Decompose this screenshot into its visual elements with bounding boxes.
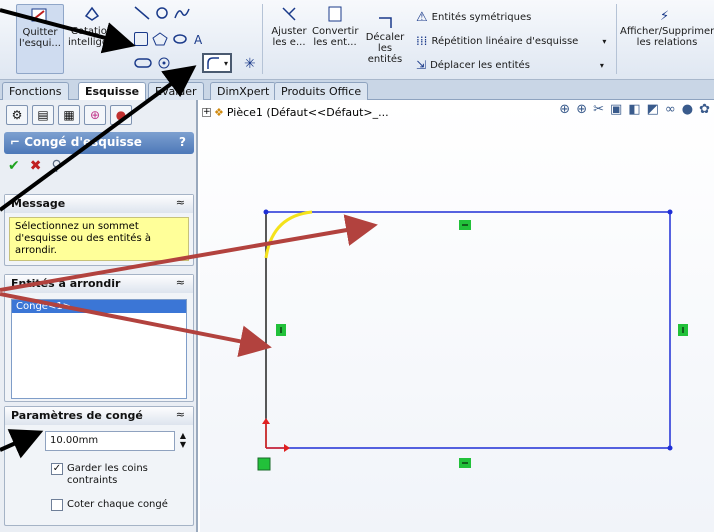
annotation-arrow [0, 214, 378, 292]
annotation-arrow [0, 429, 44, 459]
annotation-overlay [0, 8, 378, 459]
annotation-arrow [0, 8, 136, 54]
annotation-arrow [0, 65, 197, 212]
annotation-arrow [0, 292, 272, 358]
